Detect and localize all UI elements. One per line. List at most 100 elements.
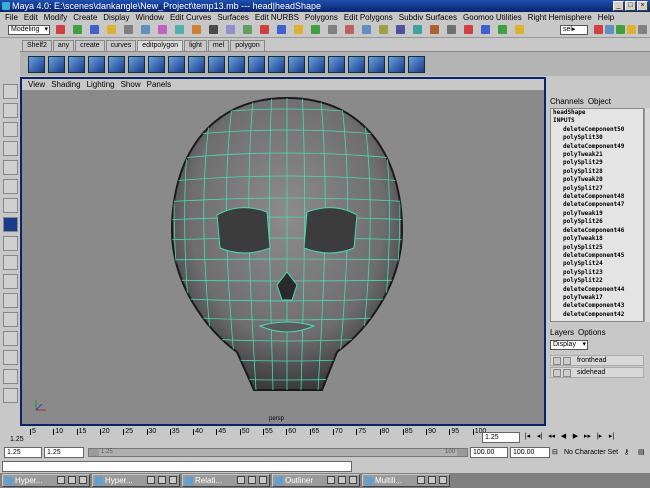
task-maximize-icon[interactable]	[248, 476, 256, 484]
template-toggle[interactable]	[563, 357, 571, 365]
task-minimize-icon[interactable]	[57, 476, 65, 484]
input-node[interactable]: polySplit30	[551, 134, 643, 142]
shelf-tab-polygon[interactable]: polygon	[230, 40, 265, 51]
last-tool-icon[interactable]	[3, 217, 18, 232]
shelf-tab-any[interactable]: any	[52, 40, 75, 51]
layers-tab[interactable]: Layers	[550, 328, 574, 337]
status-tool-icon[interactable]	[413, 25, 422, 34]
range-start-handle[interactable]	[89, 449, 99, 456]
step-forward-icon[interactable]: |▸	[594, 431, 605, 442]
status-tool-icon[interactable]	[447, 25, 456, 34]
select-arrow-icon[interactable]	[3, 84, 18, 99]
task-relationship-editor[interactable]: Relati...	[182, 474, 270, 487]
time-slider[interactable]: 1.25 5 10 15 20 25 30 35 40 45 50 55 60 65 70 75 80 85 90…	[0, 427, 486, 445]
render-icon[interactable]	[627, 25, 636, 34]
status-tool-icon[interactable]	[124, 25, 133, 34]
perspective-viewport[interactable]: View Shading Lighting Show Panels persp	[20, 77, 546, 426]
task-close-icon[interactable]	[349, 476, 357, 484]
status-tool-icon[interactable]	[379, 25, 388, 34]
shelf-tab-create[interactable]: create	[75, 40, 105, 51]
render-icon[interactable]	[594, 25, 603, 34]
task-minimize-icon[interactable]	[417, 476, 425, 484]
template-toggle[interactable]	[563, 369, 571, 377]
shelf-tool-icon[interactable]	[308, 56, 325, 73]
visibility-toggle[interactable]	[553, 369, 561, 377]
task-hypergraph-1[interactable]: Hyper...	[2, 474, 90, 487]
playback-end-field[interactable]: 100.00	[470, 447, 508, 458]
status-tool-icon[interactable]	[73, 25, 82, 34]
menu-surfaces[interactable]: Surfaces	[214, 12, 252, 23]
menu-edit-polygons[interactable]: Edit Polygons	[341, 12, 396, 23]
shelf-tab-shelf2[interactable]: Shelf2	[22, 40, 52, 51]
status-tool-icon[interactable]	[175, 25, 184, 34]
shelf-tool-icon[interactable]	[208, 56, 225, 73]
render-icon[interactable]	[616, 25, 625, 34]
layout-four-icon[interactable]	[3, 255, 18, 270]
shelf-tab-light[interactable]: light	[184, 40, 207, 51]
layout-icon[interactable]	[3, 331, 18, 346]
range-slider[interactable]: 1.25 100	[88, 448, 468, 457]
status-tool-icon[interactable]	[481, 25, 490, 34]
key-icon[interactable]: ⚷	[624, 447, 629, 458]
character-set-menu[interactable]: No Character Set	[564, 447, 618, 458]
scale-icon[interactable]	[3, 179, 18, 194]
start-time-field[interactable]: 1.25	[4, 447, 42, 458]
input-node[interactable]: polySplit26	[551, 218, 643, 226]
shelf-tool-icon[interactable]	[88, 56, 105, 73]
input-node[interactable]: polySplit29	[551, 159, 643, 167]
input-node[interactable]: polyTweak17	[551, 294, 643, 302]
input-node[interactable]: polySplit25	[551, 244, 643, 252]
layout-persp-outliner-icon[interactable]	[3, 274, 18, 289]
menu-right-hemisphere[interactable]: Right Hemisphere	[525, 12, 595, 23]
shelf-tool-icon[interactable]	[188, 56, 205, 73]
layer-display-dropdown[interactable]: Display	[550, 340, 588, 350]
input-node[interactable]: polySplit24	[551, 260, 643, 268]
viewport-menu-view[interactable]: View	[25, 79, 48, 90]
shelf-tool-icon[interactable]	[348, 56, 365, 73]
shelf-tool-icon[interactable]	[268, 56, 285, 73]
task-outliner[interactable]: Outliner	[272, 474, 360, 487]
task-close-icon[interactable]	[259, 476, 267, 484]
step-back-icon[interactable]: ◂|	[534, 431, 545, 442]
shelf-tab-editpolygon[interactable]: editpolygon	[137, 40, 184, 51]
play-backward-icon[interactable]: ◀	[558, 431, 569, 442]
task-multilister[interactable]: Multili...	[362, 474, 450, 487]
input-node[interactable]: deleteComponent48	[551, 193, 643, 201]
range-end-handle[interactable]	[457, 449, 467, 456]
task-minimize-icon[interactable]	[147, 476, 155, 484]
character-set-icon[interactable]: ⊟	[552, 447, 562, 458]
step-forward-key-icon[interactable]: ▸▸	[582, 431, 593, 442]
viewport-menu-panels[interactable]: Panels	[144, 79, 174, 90]
close-button[interactable]: ×	[637, 1, 648, 11]
maximize-button[interactable]: □	[625, 1, 636, 11]
shelf-tab-curves[interactable]: curves	[105, 40, 137, 51]
status-tool-icon[interactable]	[515, 25, 524, 34]
task-minimize-icon[interactable]	[327, 476, 335, 484]
viewport-menu-show[interactable]: Show	[118, 79, 144, 90]
layer-row[interactable]: sidehead	[550, 367, 644, 378]
anim-prefs-icon[interactable]: ▤	[638, 447, 645, 458]
input-node[interactable]: deleteComponent47	[551, 201, 643, 209]
input-node[interactable]: polyTweak21	[551, 151, 643, 159]
minimize-button[interactable]: _	[613, 1, 624, 11]
input-node[interactable]: polySplit28	[551, 168, 643, 176]
status-tool-icon[interactable]	[345, 25, 354, 34]
status-tool-icon[interactable]	[277, 25, 286, 34]
menu-file[interactable]: File	[2, 12, 21, 23]
status-tool-icon[interactable]	[260, 25, 269, 34]
shelf-tool-icon[interactable]	[328, 56, 345, 73]
status-tool-icon[interactable]	[107, 25, 116, 34]
menu-subdiv-surfaces[interactable]: Subdiv Surfaces	[396, 12, 460, 23]
status-tool-icon[interactable]	[362, 25, 371, 34]
layout-menu-icon[interactable]	[3, 388, 18, 403]
play-forward-icon[interactable]: ▶	[570, 431, 581, 442]
step-back-key-icon[interactable]: ◂◂	[546, 431, 557, 442]
shelf-tool-icon[interactable]	[128, 56, 145, 73]
status-tool-icon[interactable]	[158, 25, 167, 34]
command-line[interactable]	[2, 461, 352, 472]
input-node[interactable]: deleteComponent49	[551, 143, 643, 151]
layout-single-icon[interactable]	[3, 236, 18, 251]
input-node[interactable]: deleteComponent44	[551, 286, 643, 294]
layout-hypergraph-icon[interactable]	[3, 312, 18, 327]
status-tool-icon[interactable]	[396, 25, 405, 34]
